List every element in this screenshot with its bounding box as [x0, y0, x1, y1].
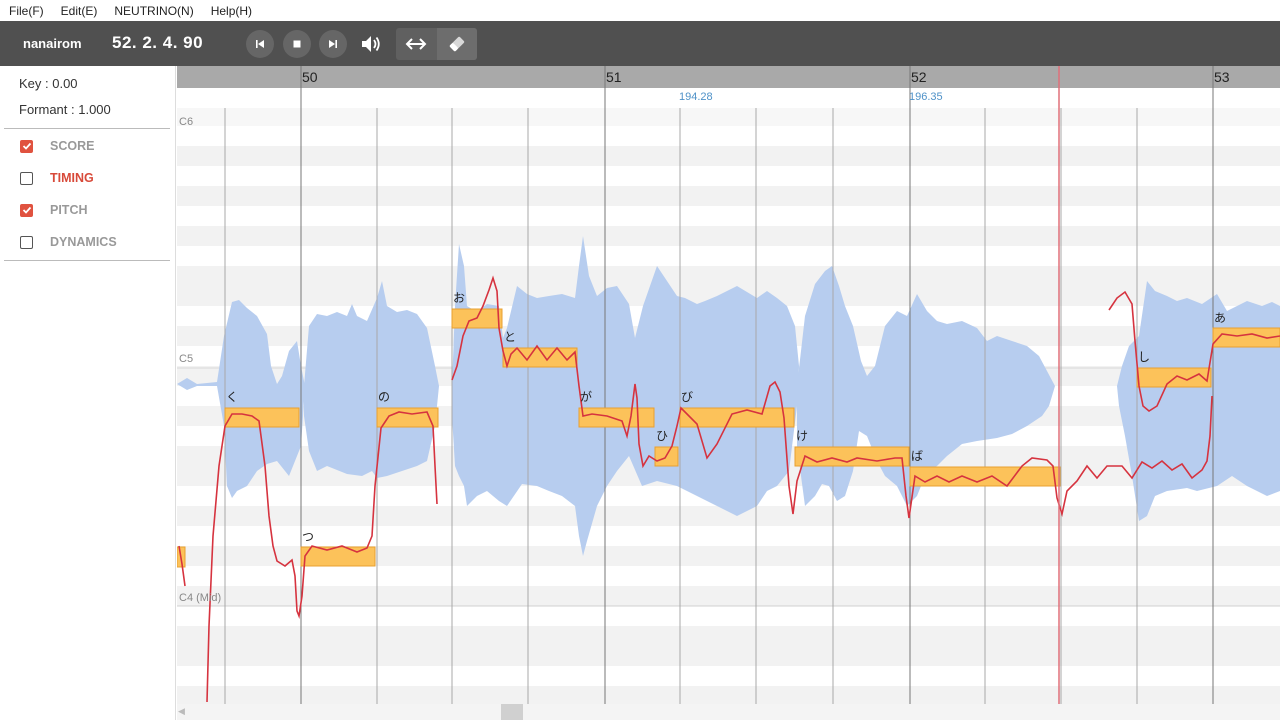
toggle-score[interactable]: SCORE	[20, 138, 94, 154]
dynamics-checkbox[interactable]	[20, 235, 33, 249]
toggle-dynamics[interactable]: DYNAMICS	[20, 234, 117, 250]
measure-label: 52	[911, 69, 927, 85]
note-block[interactable]	[224, 407, 300, 428]
edit-tool-group	[396, 28, 477, 60]
tempo-marker[interactable]: 194.28	[679, 91, 713, 103]
settings-panel: Key : 0.00 Formant : 1.000 SCORE TIMING …	[0, 66, 176, 720]
measure-label: 53	[1214, 69, 1230, 85]
volume-button[interactable]	[359, 32, 383, 56]
dynamics-label: DYNAMICS	[50, 235, 117, 249]
menu-file[interactable]: File(F)	[9, 4, 44, 18]
note-block[interactable]	[909, 466, 1061, 487]
tempo-strip	[177, 88, 1280, 108]
key-value[interactable]: Key : 0.00	[19, 76, 78, 91]
pitch-label-c4: C4 (Mid)	[179, 592, 222, 604]
timing-label: TIMING	[50, 171, 94, 185]
skip-back-button[interactable]	[246, 30, 274, 58]
measure-label: 51	[606, 69, 622, 85]
horizontal-scrollbar-thumb[interactable]	[501, 704, 523, 720]
skip-back-icon	[256, 40, 264, 48]
playback-position: 52. 2. 4. 90	[112, 33, 204, 52]
tempo-marker[interactable]: 196.35	[909, 91, 943, 103]
note-lyric: け	[796, 429, 809, 443]
horizontal-arrows-icon	[405, 38, 427, 50]
note-block[interactable]	[794, 446, 910, 467]
eraser-icon	[449, 36, 465, 52]
note-lyric: し	[1138, 350, 1151, 364]
sidebar-divider-bottom	[4, 260, 170, 261]
note-lyric: と	[504, 330, 517, 344]
sidebar-divider-top	[4, 128, 170, 129]
note-lyric: ば	[911, 449, 924, 463]
tool-horizontal-resize[interactable]	[396, 28, 436, 60]
piano-roll-canvas[interactable]	[177, 66, 1280, 720]
note-lyric: く	[226, 390, 239, 404]
project-name: nanairom	[23, 36, 82, 51]
note-lyric: び	[681, 390, 694, 404]
checkmark-icon	[22, 206, 31, 214]
note-block[interactable]	[578, 407, 655, 428]
checkmark-icon	[22, 142, 31, 150]
piano-roll-editor[interactable]: 50 51 52 53 194.28 196.35 C6 C5 C4 (Mid)…	[177, 66, 1280, 720]
measure-ruler[interactable]	[177, 66, 1280, 88]
score-label: SCORE	[50, 139, 95, 153]
score-checkbox[interactable]	[20, 139, 33, 153]
timing-checkbox[interactable]	[20, 171, 33, 185]
note-lyric: お	[453, 291, 466, 305]
formant-value[interactable]: Formant : 1.000	[19, 102, 111, 117]
toggle-pitch[interactable]: PITCH	[20, 202, 88, 218]
note-lyric: ひ	[656, 429, 669, 443]
note-lyric: が	[580, 390, 593, 404]
pitch-label-c5: C5	[179, 353, 194, 365]
horizontal-scrollbar-track[interactable]	[177, 704, 1280, 720]
skip-forward-button[interactable]	[319, 30, 347, 58]
scroll-left-arrow-icon[interactable]: ◀	[178, 706, 190, 718]
skip-forward-icon	[329, 40, 337, 48]
menu-help[interactable]: Help(H)	[211, 4, 252, 18]
pitch-label: PITCH	[50, 203, 88, 217]
stop-icon	[293, 40, 301, 48]
toggle-timing[interactable]: TIMING	[20, 170, 94, 186]
tool-eraser[interactable]	[437, 28, 477, 60]
pitch-label-c6: C6	[179, 116, 194, 128]
menu-bar: File(F) Edit(E) NEUTRINO(N) Help(H)	[0, 0, 1280, 21]
note-lyric: つ	[302, 530, 315, 544]
toolbar: nanairom 52. 2. 4. 90	[0, 21, 1280, 66]
note-lyric: の	[378, 390, 391, 404]
note-lyric: あ	[1214, 311, 1227, 325]
speaker-icon	[362, 36, 380, 52]
menu-neutrino[interactable]: NEUTRINO(N)	[114, 4, 193, 18]
measure-label: 50	[302, 69, 318, 85]
pitch-checkbox[interactable]	[20, 203, 33, 217]
stop-button[interactable]	[283, 30, 311, 58]
menu-edit[interactable]: Edit(E)	[61, 4, 98, 18]
